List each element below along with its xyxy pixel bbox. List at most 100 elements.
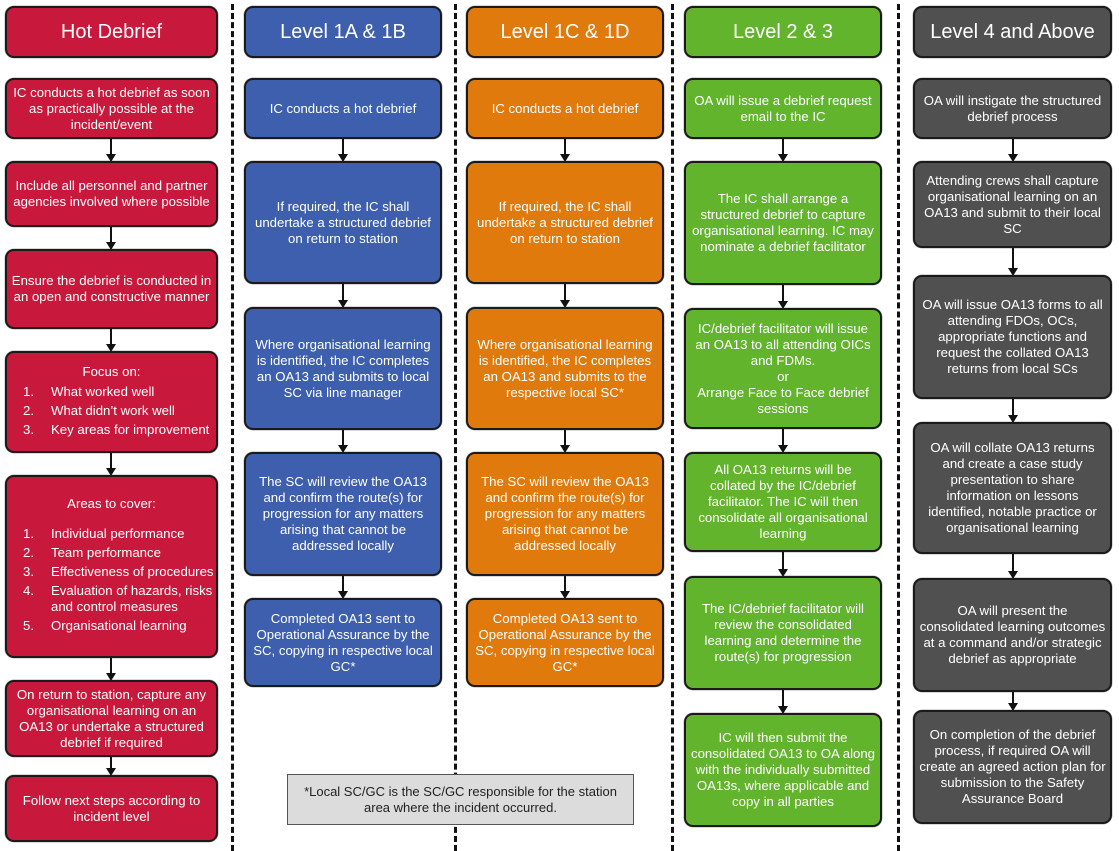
flow-step: Where organisational learning is identif… (466, 307, 664, 430)
list-item: 5. Organisational learning (23, 618, 187, 633)
step-text: IC/debrief facilitator will issue an OA1… (695, 320, 871, 368)
flow-step: All OA13 returns will be collated by the… (684, 452, 882, 552)
flow-step: If required, the IC shall undertake a st… (466, 161, 664, 284)
step-text: IC conducts a hot debrief (269, 100, 417, 116)
arrow-down-icon (560, 284, 570, 308)
flow-step: Include all personnel and partner agenci… (5, 161, 218, 227)
step-heading: Areas to cover: (67, 496, 156, 511)
list-item: 1. What worked well (23, 383, 155, 399)
step-text: If required, the IC shall undertake a st… (255, 198, 431, 246)
list-item: 4. Evaluation of hazards, risks and contr… (23, 583, 213, 614)
flow-step: Completed OA13 sent to Operational Assur… (244, 598, 442, 687)
column-header-hot-debrief: Hot Debrief (5, 6, 218, 58)
flow-step: The IC/debrief facilitator will review t… (684, 576, 882, 690)
step-text: The SC will review the OA13 and confirm … (481, 474, 649, 553)
arrow-down-icon (778, 690, 788, 714)
step-text: The IC/debrief facilitator will review t… (702, 601, 864, 664)
arrow-down-icon (778, 285, 788, 309)
step-text: The IC shall arrange a structured debrie… (692, 191, 874, 254)
step-text: IC will then submit the consolidated OA1… (690, 730, 876, 809)
list-item: 3. Key areas for improvement (23, 421, 210, 437)
step-text: OA will collate OA13 returns and create … (928, 440, 1097, 535)
flow-step: Where organisational learning is identif… (244, 307, 442, 430)
column-header-level-2-3: Level 2 & 3 (684, 6, 882, 58)
arrow-down-icon (1008, 248, 1018, 276)
step-text: If required, the IC shall undertake a st… (477, 198, 653, 246)
arrow-down-icon (338, 139, 348, 162)
header-label: Level 2 & 3 (732, 21, 834, 43)
flow-step: OA will instigate the structured debrief… (913, 78, 1112, 139)
flow-step: OA will present the consolidated learnin… (913, 578, 1112, 692)
flow-step: The IC shall arrange a structured debrie… (684, 161, 882, 285)
arrow-down-icon (1008, 139, 1018, 162)
column-header-level-1c-1d: Level 1C & 1D (466, 6, 664, 58)
footnote-text: *Local SC/GC is the SC/GC responsible fo… (304, 783, 617, 815)
list-item: 2. Team performance (23, 545, 161, 560)
flow-step-areas-to-cover: Areas to cover: 1. Individual performance… (5, 475, 218, 658)
footnote: *Local SC/GC is the SC/GC responsible fo… (287, 774, 634, 825)
arrow-down-icon (106, 757, 116, 776)
step-text: IC conducts a hot debrief as soon as pra… (13, 84, 210, 132)
flow-step: IC conducts a hot debrief (466, 78, 664, 139)
arrow-down-icon (106, 139, 116, 162)
arrow-down-icon (106, 453, 116, 476)
step-text: OA will instigate the structured debrief… (923, 92, 1102, 124)
header-label: Hot Debrief (60, 21, 163, 43)
flow-step: IC will then submit the consolidated OA1… (684, 713, 882, 827)
step-text: OA will present the consolidated learnin… (919, 603, 1106, 666)
flow-step: The SC will review the OA13 and confirm … (244, 452, 442, 576)
arrow-down-icon (106, 658, 116, 681)
step-heading: Focus on: (82, 363, 141, 379)
flow-step: If required, the IC shall undertake a st… (244, 161, 442, 284)
arrow-down-icon (778, 139, 788, 162)
flow-step: Ensure the debrief is conducted in an op… (5, 249, 218, 329)
flow-step: OA will collate OA13 returns and create … (913, 422, 1112, 554)
step-or-text: or (777, 368, 789, 384)
arrow-down-icon (1008, 399, 1018, 423)
step-text: Follow next steps according to incident … (22, 792, 201, 824)
arrow-down-icon (778, 429, 788, 453)
arrow-down-icon (338, 576, 348, 599)
step-text: OA will issue OA13 forms to all attendin… (922, 297, 1103, 376)
arrow-down-icon (1008, 692, 1018, 711)
flow-step: IC conducts a hot debrief as soon as pra… (5, 78, 218, 139)
arrow-down-icon (560, 430, 570, 453)
step-text: Ensure the debrief is conducted in an op… (11, 273, 212, 304)
step-text: Include all personnel and partner agenci… (13, 178, 210, 209)
list-item: 3. Effectiveness of procedures (23, 564, 214, 579)
flow-step-or: IC/debrief facilitator will issue an OA1… (684, 308, 882, 429)
step-text: All OA13 returns will be collated by the… (698, 462, 868, 541)
column-divider (671, 4, 674, 851)
step-text: Completed OA13 sent to Operational Assur… (253, 610, 433, 674)
header-label: Level 1C & 1D (500, 21, 630, 43)
step-text: Where organisational learning is identif… (477, 336, 653, 400)
flow-step: On return to station, capture any organi… (5, 680, 218, 757)
step-text: IC conducts a hot debrief (491, 100, 639, 116)
areas-list: 1. Individual performance 2. Team performa… (9, 524, 214, 637)
flow-step: Follow next steps according to incident … (5, 775, 218, 842)
arrow-down-icon (560, 139, 570, 162)
arrow-down-icon (338, 430, 348, 453)
step-text: On completion of the debrief process, if… (919, 727, 1106, 806)
arrow-down-icon (338, 284, 348, 308)
arrow-down-icon (1008, 554, 1018, 579)
step-text: Completed OA13 sent to Operational Assur… (475, 610, 655, 674)
focus-list: 1. What worked well 2. What didn’t work we… (9, 382, 214, 441)
arrow-down-icon (778, 552, 788, 577)
flow-step: Completed OA13 sent to Operational Assur… (466, 598, 664, 687)
arrow-down-icon (106, 227, 116, 250)
step-text: Attending crews shall capture organisati… (924, 172, 1101, 236)
flow-step: IC conducts a hot debrief (244, 78, 442, 139)
arrow-down-icon (106, 329, 116, 352)
flow-step: On completion of the debrief process, if… (913, 710, 1112, 824)
column-divider (231, 4, 234, 851)
list-item: 1. Individual performance (23, 526, 185, 541)
column-header-level-4-above: Level 4 and Above (913, 6, 1112, 58)
step-text: The SC will review the OA13 and confirm … (259, 474, 427, 553)
flow-step: The SC will review the OA13 and confirm … (466, 452, 664, 576)
column-divider (897, 4, 900, 851)
arrow-down-icon (560, 576, 570, 599)
step-text: Arrange Face to Face debrief sessions (697, 384, 869, 416)
list-item: 2. What didn’t work well (23, 402, 175, 418)
flow-step: OA will issue a debrief request email to… (684, 78, 882, 139)
